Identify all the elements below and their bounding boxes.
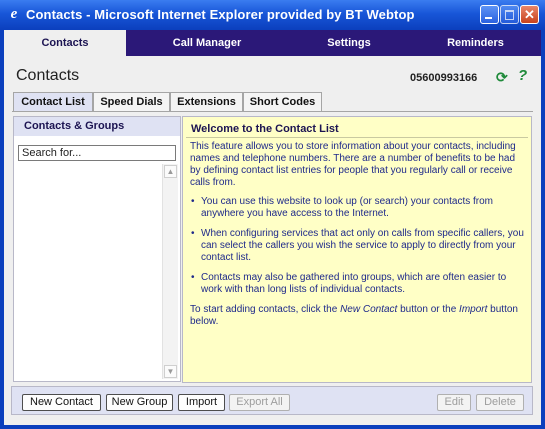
outro-part: To start adding contacts, click the — [190, 304, 341, 315]
tab-short-codes[interactable]: Short Codes — [243, 92, 322, 111]
window-title: Contacts - Microsoft Internet Explorer p… — [26, 7, 415, 22]
title-bar: e Contacts - Microsoft Internet Explorer… — [0, 0, 545, 31]
close-icon[interactable]: ✕ — [520, 5, 539, 24]
tab-divider — [12, 111, 533, 112]
list-item: Contacts may also be gathered into group… — [191, 272, 526, 296]
export-all-button[interactable]: Export All — [229, 394, 290, 411]
top-nav: Contacts Call Manager Settings Reminders — [4, 30, 541, 56]
tab-extensions[interactable]: Extensions — [170, 92, 243, 111]
scroll-up-icon[interactable]: ▲ — [164, 165, 177, 178]
help-icon[interactable]: ? — [518, 68, 532, 84]
import-reference: Import — [459, 304, 488, 315]
page-title: Contacts — [16, 67, 80, 84]
refresh-icon[interactable]: ⟳ — [496, 70, 510, 84]
welcome-panel: Welcome to the Contact List This feature… — [182, 116, 532, 383]
outro-part: button or the — [397, 304, 460, 315]
search-input[interactable] — [18, 145, 176, 161]
minimize-icon[interactable] — [480, 5, 499, 24]
list-item: You can use this website to look up (or … — [191, 196, 526, 220]
welcome-title: Welcome to the Contact List — [191, 123, 339, 135]
new-group-button[interactable]: New Group — [106, 394, 173, 411]
list-item: When configuring services that act only … — [191, 228, 526, 264]
nav-tab-reminders[interactable]: Reminders — [410, 30, 541, 56]
phone-number: 05600993166 — [410, 72, 478, 84]
ie-icon: e — [10, 6, 18, 22]
contacts-groups-panel: Contacts & Groups ▲ ▼ — [13, 116, 181, 382]
delete-button[interactable]: Delete — [476, 394, 524, 411]
edit-button[interactable]: Edit — [437, 394, 471, 411]
contacts-scrollbar[interactable]: ▲ ▼ — [162, 164, 178, 379]
outro-text: To start adding contacts, click the New … — [190, 304, 526, 328]
scroll-down-icon[interactable]: ▼ — [164, 365, 177, 378]
maximize-icon[interactable] — [500, 5, 519, 24]
benefits-list: You can use this website to look up (or … — [190, 196, 526, 296]
welcome-body: This feature allows you to store informa… — [190, 141, 526, 335]
panel-title: Contacts & Groups — [14, 117, 180, 136]
nav-tab-call-manager[interactable]: Call Manager — [126, 30, 288, 56]
import-button[interactable]: Import — [178, 394, 225, 411]
tab-speed-dials[interactable]: Speed Dials — [93, 92, 170, 111]
divider — [186, 137, 528, 138]
nav-tab-settings[interactable]: Settings — [288, 30, 410, 56]
nav-tab-contacts[interactable]: Contacts — [4, 30, 126, 56]
action-bar: New Contact New Group Import Export All … — [11, 386, 533, 415]
tab-contact-list[interactable]: Contact List — [13, 92, 93, 111]
new-contact-reference: New Contact — [340, 304, 398, 315]
intro-text: This feature allows you to store informa… — [190, 141, 516, 188]
new-contact-button[interactable]: New Contact — [22, 394, 101, 411]
app-client-area: Contacts Call Manager Settings Reminders… — [4, 30, 541, 425]
